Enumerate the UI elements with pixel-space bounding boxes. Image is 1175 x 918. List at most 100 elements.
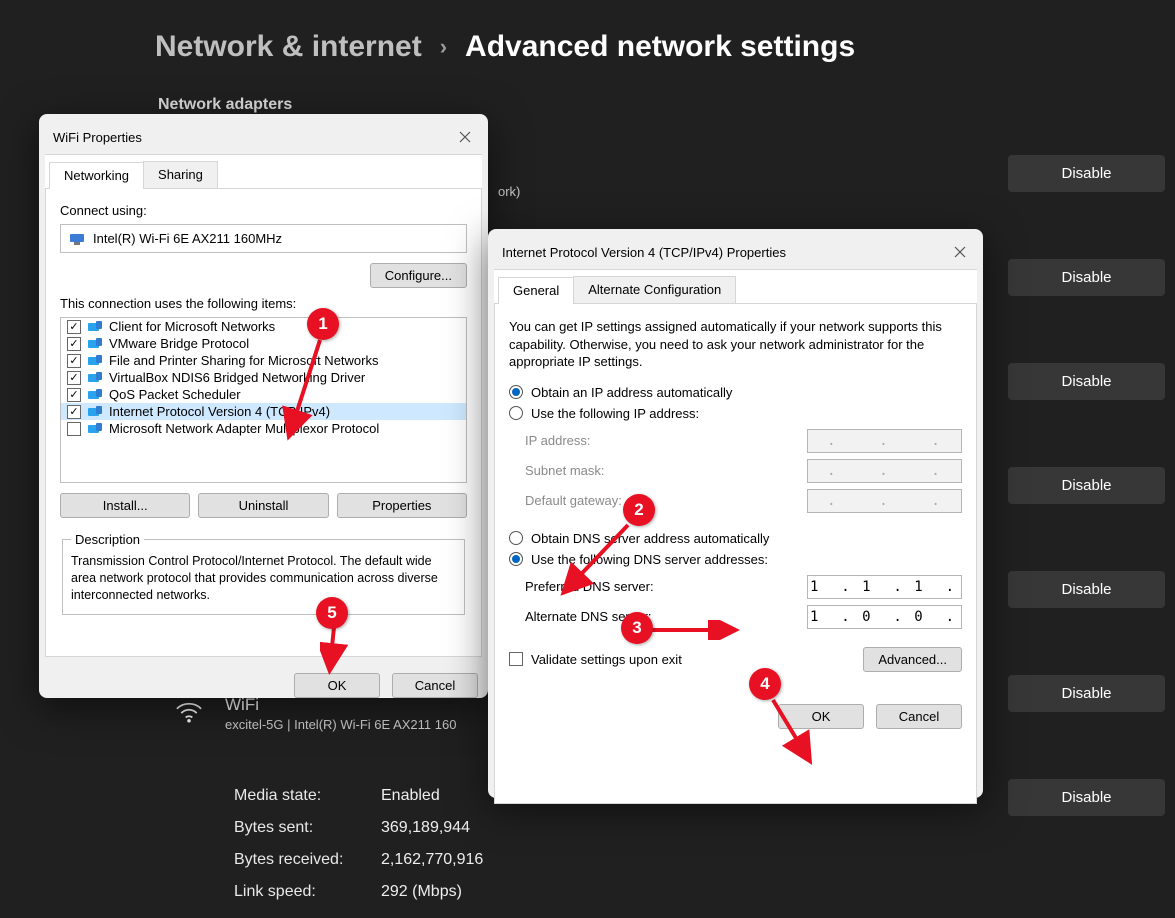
radio-use-ip[interactable]: Use the following IP address:	[509, 406, 962, 421]
tab-sharing[interactable]: Sharing	[143, 161, 218, 188]
network-item-icon	[87, 405, 103, 419]
install-button[interactable]: Install...	[60, 493, 190, 518]
network-adapter-icon	[69, 232, 85, 246]
radio-label: Use the following DNS server addresses:	[531, 552, 768, 567]
items-label: This connection uses the following items…	[60, 296, 467, 311]
list-item[interactable]: Client for Microsoft Networks	[61, 318, 466, 335]
radio-obtain-dns[interactable]: Obtain DNS server address automatically	[509, 531, 962, 546]
validate-label: Validate settings upon exit	[531, 652, 682, 667]
connection-items-list[interactable]: Client for Microsoft Networks VMware Brid…	[60, 317, 467, 483]
breadcrumb-parent[interactable]: Network & internet	[155, 30, 422, 64]
disable-button[interactable]: Disable	[1008, 155, 1165, 192]
disable-button[interactable]: Disable	[1008, 259, 1165, 296]
list-item-label: VirtualBox NDIS6 Bridged Networking Driv…	[109, 370, 365, 385]
network-item-icon	[87, 422, 103, 436]
checkbox-icon[interactable]	[67, 320, 81, 334]
ip-address-input	[807, 429, 962, 453]
description-text: Transmission Control Protocol/Internet P…	[71, 553, 456, 604]
stat-val: 369,189,944	[381, 812, 470, 844]
radio-label: Use the following IP address:	[531, 406, 699, 421]
cancel-button[interactable]: Cancel	[392, 673, 478, 698]
truncated-label: ork)	[498, 184, 520, 199]
stat-val: 2,162,770,916	[381, 844, 483, 876]
wifi-subtitle: excitel-5G | Intel(R) Wi-Fi 6E AX211 160	[225, 717, 456, 732]
checkbox-icon[interactable]	[67, 405, 81, 419]
stat-val: 292 (Mbps)	[381, 876, 462, 908]
disable-button[interactable]: Disable	[1008, 675, 1165, 712]
dialog-title: Internet Protocol Version 4 (TCP/IPv4) P…	[502, 245, 786, 260]
adapter-name: Intel(R) Wi-Fi 6E AX211 160MHz	[93, 231, 282, 246]
radio-label: Obtain DNS server address automatically	[531, 531, 769, 546]
checkbox-icon[interactable]	[67, 422, 81, 436]
preferred-dns-input[interactable]	[807, 575, 962, 599]
checkbox-icon[interactable]	[67, 371, 81, 385]
list-item-label: Client for Microsoft Networks	[109, 319, 275, 334]
annotation-badge-3: 3	[621, 612, 653, 644]
description-legend: Description	[71, 532, 144, 547]
disable-button[interactable]: Disable	[1008, 363, 1165, 400]
breadcrumb-current: Advanced network settings	[465, 30, 855, 64]
tcp-description: You can get IP settings assigned automat…	[509, 318, 962, 371]
radio-obtain-ip[interactable]: Obtain an IP address automatically	[509, 385, 962, 400]
default-gateway-label: Default gateway:	[525, 493, 622, 508]
list-item[interactable]: QoS Packet Scheduler	[61, 386, 466, 403]
disable-button[interactable]: Disable	[1008, 779, 1165, 816]
list-item-label: File and Printer Sharing for Microsoft N…	[109, 353, 378, 368]
ok-button[interactable]: OK	[294, 673, 380, 698]
validate-checkbox-row[interactable]: Validate settings upon exit	[509, 652, 682, 667]
wifi-stats: Media state:Enabled Bytes sent:369,189,9…	[234, 780, 483, 908]
subnet-mask-input	[807, 459, 962, 483]
network-item-icon	[87, 320, 103, 334]
alternate-dns-input[interactable]	[807, 605, 962, 629]
section-network-adapters: Network adapters	[158, 96, 1175, 114]
list-item-label: Internet Protocol Version 4 (TCP/IPv4)	[109, 404, 330, 419]
annotation-badge-1: 1	[307, 308, 339, 340]
list-item[interactable]: Microsoft Network Adapter Multiplexor Pr…	[61, 420, 466, 437]
checkbox-icon[interactable]	[67, 354, 81, 368]
radio-icon	[509, 406, 523, 420]
checkbox-icon[interactable]	[67, 337, 81, 351]
tab-networking[interactable]: Networking	[49, 162, 144, 189]
tab-general[interactable]: General	[498, 277, 574, 304]
properties-button[interactable]: Properties	[337, 493, 467, 518]
configure-button[interactable]: Configure...	[370, 263, 467, 288]
stat-key: Bytes received:	[234, 844, 381, 876]
tcpip-properties-dialog: Internet Protocol Version 4 (TCP/IPv4) P…	[488, 229, 983, 798]
tab-alternate[interactable]: Alternate Configuration	[573, 276, 736, 303]
connect-using-label: Connect using:	[60, 203, 467, 218]
radio-use-dns[interactable]: Use the following DNS server addresses:	[509, 552, 962, 567]
stat-val: Enabled	[381, 780, 440, 812]
radio-icon	[509, 552, 523, 566]
annotation-badge-5: 5	[316, 597, 348, 629]
list-item[interactable]: VMware Bridge Protocol	[61, 335, 466, 352]
close-icon[interactable]	[452, 124, 478, 150]
disable-button[interactable]: Disable	[1008, 467, 1165, 504]
checkbox-icon[interactable]	[67, 388, 81, 402]
network-item-icon	[87, 337, 103, 351]
stat-key: Bytes sent:	[234, 812, 381, 844]
description-box: Description Transmission Control Protoco…	[62, 532, 465, 615]
list-item[interactable]: VirtualBox NDIS6 Bridged Networking Driv…	[61, 369, 466, 386]
tab-bar: General Alternate Configuration	[494, 269, 977, 304]
ok-button[interactable]: OK	[778, 704, 864, 729]
disable-button[interactable]: Disable	[1008, 571, 1165, 608]
radio-icon	[509, 385, 523, 399]
list-item-label: VMware Bridge Protocol	[109, 336, 249, 351]
radio-icon	[509, 531, 523, 545]
cancel-button[interactable]: Cancel	[876, 704, 962, 729]
list-item-label: QoS Packet Scheduler	[109, 387, 241, 402]
default-gateway-input	[807, 489, 962, 513]
close-icon[interactable]	[947, 239, 973, 265]
uninstall-button[interactable]: Uninstall	[198, 493, 328, 518]
list-item[interactable]: Internet Protocol Version 4 (TCP/IPv4)	[61, 403, 466, 420]
list-item[interactable]: File and Printer Sharing for Microsoft N…	[61, 352, 466, 369]
tab-bar: Networking Sharing	[45, 154, 482, 189]
annotation-badge-4: 4	[749, 668, 781, 700]
network-item-icon	[87, 354, 103, 368]
network-item-icon	[87, 388, 103, 402]
annotation-badge-2: 2	[623, 494, 655, 526]
ip-address-label: IP address:	[525, 433, 591, 448]
stat-key: Media state:	[234, 780, 381, 812]
advanced-button[interactable]: Advanced...	[863, 647, 962, 672]
adapter-field[interactable]: Intel(R) Wi-Fi 6E AX211 160MHz	[60, 224, 467, 253]
